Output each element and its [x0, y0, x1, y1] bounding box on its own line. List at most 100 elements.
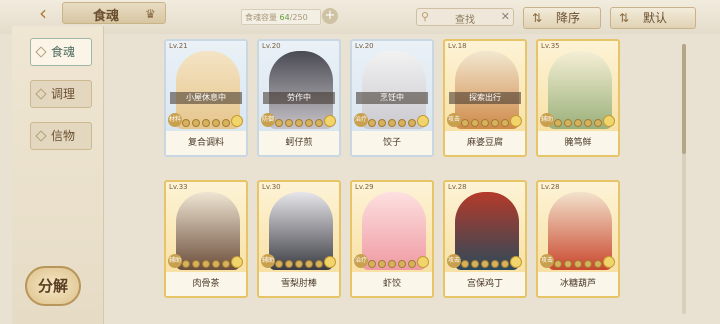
card-name: 复合调料: [166, 131, 246, 155]
card-status-banner: 劳作中: [263, 92, 335, 104]
element-badge-icon: [417, 115, 429, 127]
soul-card[interactable]: Lv.35 辅助 腌笃鲜: [536, 39, 620, 157]
expand-capacity-button[interactable]: +: [322, 8, 338, 24]
sidebar-item-soul[interactable]: 食魂: [30, 38, 92, 66]
element-badge-icon: [603, 115, 615, 127]
search-label: 查找: [455, 15, 475, 26]
soul-card[interactable]: Lv.21 小屋休息中 材料 复合调料: [164, 39, 248, 157]
star-rating: [182, 119, 230, 127]
star-icon: [315, 119, 323, 127]
star-icon: [192, 119, 200, 127]
capacity-display: 食魂容量 64/250: [241, 9, 321, 25]
decompose-button[interactable]: 分解: [25, 266, 81, 306]
diamond-icon: [35, 46, 47, 58]
sidebar-item-label: 信物: [51, 129, 76, 143]
role-badge: 防御: [261, 113, 275, 127]
soul-card-grid: Lv.21 小屋休息中 材料 复合调料 Lv.20 劳作中 防御 蚵仔煎 Lv.20 烹饪中 治疗饺…: [108, 30, 708, 324]
sort-default-button[interactable]: ⇅ 默认: [610, 7, 696, 29]
capacity-label: 食魂容量: [245, 13, 277, 22]
sort-desc-label: 降序: [556, 11, 581, 25]
soul-card[interactable]: Lv.20 烹饪中 治疗 饺子: [350, 39, 434, 157]
role-badge: 辅助: [540, 113, 554, 127]
character-portrait: [362, 192, 426, 270]
card-level: Lv.28: [448, 183, 467, 191]
card-level: Lv.18: [448, 42, 467, 50]
star-icon: [594, 260, 602, 268]
star-icon: [295, 119, 303, 127]
role-badge: 辅助: [261, 254, 275, 268]
role-badge: 攻击: [447, 254, 461, 268]
card-name: 腌笃鲜: [538, 131, 618, 155]
role-badge: 攻击: [540, 254, 554, 268]
scrollbar-thumb[interactable]: [682, 44, 686, 154]
star-icon: [182, 119, 190, 127]
star-icon: [594, 119, 602, 127]
search-input[interactable]: ⚲ 查找 ✕: [416, 8, 514, 26]
soul-card[interactable]: Lv.29 治疗 虾饺: [350, 180, 434, 298]
character-portrait: [548, 51, 612, 129]
character-portrait: [455, 51, 519, 129]
sort-filter-icon: ⇅: [619, 11, 630, 25]
star-icon: [368, 260, 376, 268]
star-rating: [182, 260, 230, 268]
element-badge-icon: [231, 256, 243, 268]
character-portrait: [269, 192, 333, 270]
star-icon: [212, 119, 220, 127]
card-name: 冰糖葫芦: [538, 272, 618, 296]
sidebar-item-seasoning[interactable]: 调理: [30, 80, 92, 108]
star-icon: [285, 260, 293, 268]
card-name: 肉骨茶: [166, 272, 246, 296]
sort-default-label: 默认: [643, 11, 668, 25]
star-icon: [584, 119, 592, 127]
element-badge-icon: [510, 115, 522, 127]
soul-card[interactable]: Lv.18 探索出行 攻击 麻婆豆腐: [443, 39, 527, 157]
card-level: Lv.20: [355, 42, 374, 50]
star-icon: [315, 260, 323, 268]
star-icon: [222, 260, 230, 268]
element-badge-icon: [510, 256, 522, 268]
role-badge: 治疗: [354, 254, 368, 268]
sidebar-item-label: 食魂: [51, 45, 76, 59]
star-icon: [378, 260, 386, 268]
star-icon: [471, 119, 479, 127]
sidebar-item-token[interactable]: 信物: [30, 122, 92, 150]
star-icon: [275, 119, 283, 127]
soul-card[interactable]: Lv.30 辅助 雪梨肘棒: [257, 180, 341, 298]
star-icon: [574, 260, 582, 268]
soul-card[interactable]: Lv.33 辅助 肉骨茶: [164, 180, 248, 298]
star-icon: [471, 260, 479, 268]
role-badge: 材料: [168, 113, 182, 127]
back-arrow-icon[interactable]: ‹: [28, 2, 58, 24]
star-icon: [398, 260, 406, 268]
star-rating: [461, 260, 509, 268]
card-level: Lv.28: [541, 183, 560, 191]
card-name: 蚵仔煎: [259, 131, 339, 155]
character-portrait: [269, 51, 333, 129]
card-name: 雪梨肘棒: [259, 272, 339, 296]
star-icon: [222, 119, 230, 127]
sort-desc-button[interactable]: ⇅ 降序: [523, 7, 601, 29]
page-title: 食魂: [93, 9, 120, 24]
character-portrait: [362, 51, 426, 129]
star-icon: [368, 119, 376, 127]
capacity-total: /250: [289, 13, 308, 22]
soul-card[interactable]: Lv.20 劳作中防御蚵仔煎: [257, 39, 341, 157]
star-icon: [212, 260, 220, 268]
soul-card[interactable]: Lv.28 攻击 宫保鸡丁: [443, 180, 527, 298]
role-badge: 攻击: [447, 113, 461, 127]
close-icon[interactable]: ✕: [501, 10, 510, 23]
card-level: Lv.20: [262, 42, 281, 50]
star-icon: [501, 260, 509, 268]
star-rating: [554, 260, 602, 268]
element-badge-icon: [324, 115, 336, 127]
star-rating: [368, 119, 416, 127]
card-status-banner: 小屋休息中: [170, 92, 242, 104]
star-icon: [388, 260, 396, 268]
star-icon: [564, 119, 572, 127]
scrollbar[interactable]: [682, 44, 686, 314]
card-status-banner: 探索出行: [449, 92, 521, 104]
star-icon: [295, 260, 303, 268]
soul-card[interactable]: Lv.28 攻击冰糖葫芦: [536, 180, 620, 298]
star-icon: [202, 260, 210, 268]
element-badge-icon: [324, 256, 336, 268]
